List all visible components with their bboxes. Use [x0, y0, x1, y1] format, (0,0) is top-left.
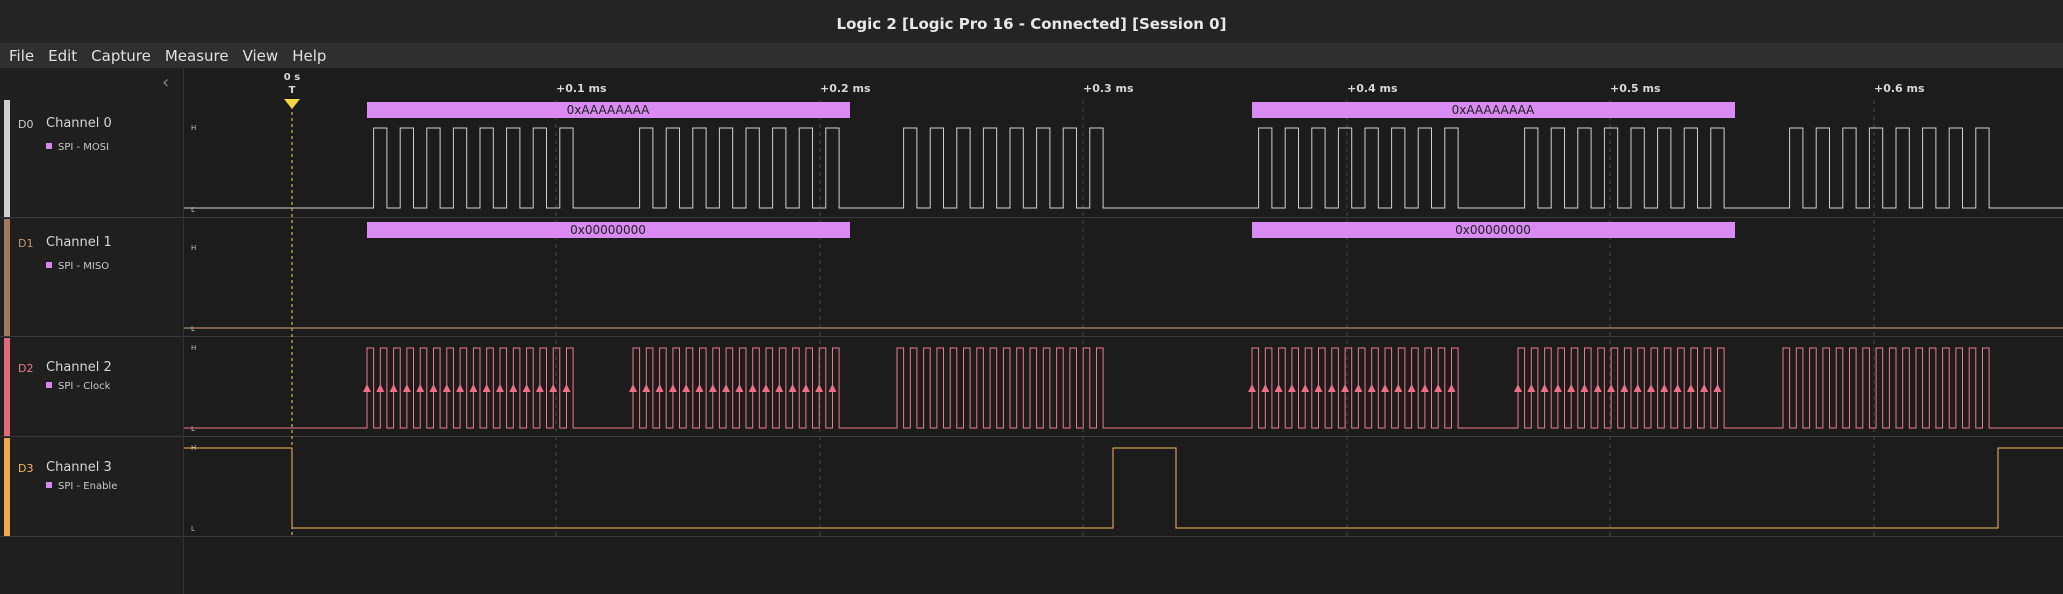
- waveform-plot[interactable]: +0.1 ms +0.2 ms +0.3 ms +0.4 ms +0.5 ms +0.6 …: [0, 0, 2063, 594]
- decoded-frame-value: 0x00000000: [1455, 223, 1531, 237]
- low-label: L: [191, 206, 195, 214]
- high-label: H: [191, 124, 196, 132]
- high-label: H: [191, 344, 196, 352]
- low-label: L: [191, 325, 195, 333]
- decoded-frame-value: 0xAAAAAAAA: [1452, 103, 1536, 117]
- trigger-time-label: 0 s: [284, 72, 300, 83]
- time-tick-label: +0.5 ms: [1610, 82, 1661, 95]
- plot-background: [184, 68, 2063, 594]
- decoded-frame-value: 0x00000000: [570, 223, 646, 237]
- time-tick-label: +0.2 ms: [820, 82, 871, 95]
- time-tick-label: +0.4 ms: [1347, 82, 1398, 95]
- decoded-frame-value: 0xAAAAAAAA: [567, 103, 651, 117]
- trigger-t-label: T: [289, 85, 296, 96]
- time-tick-label: +0.3 ms: [1083, 82, 1134, 95]
- high-label: H: [191, 244, 196, 252]
- low-label: L: [191, 425, 195, 433]
- time-tick-label: +0.6 ms: [1874, 82, 1925, 95]
- low-label: L: [191, 525, 195, 533]
- time-tick-label: +0.1 ms: [556, 82, 607, 95]
